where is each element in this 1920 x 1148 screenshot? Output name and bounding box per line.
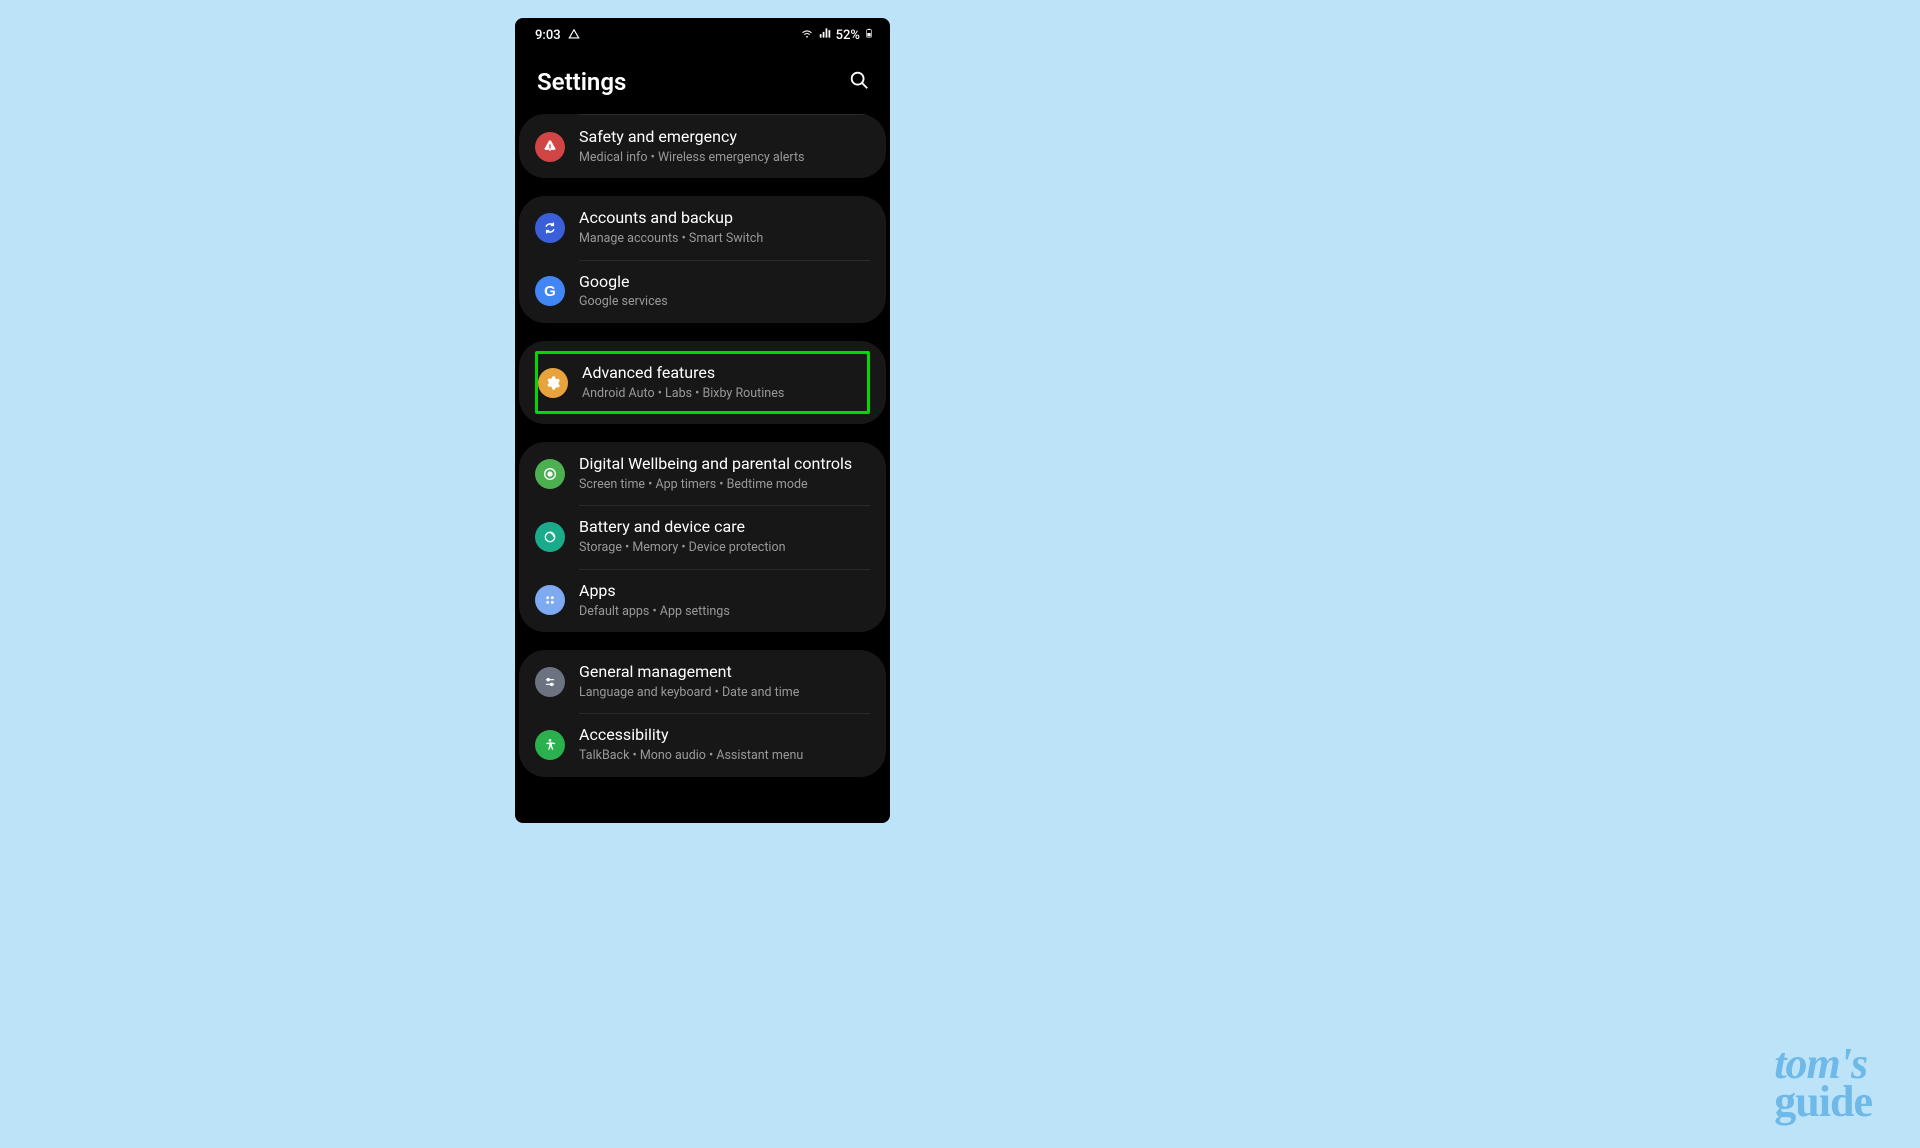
item-title: Apps xyxy=(579,581,870,602)
gear-icon xyxy=(538,368,568,398)
item-subtitle: Screen time • App timers • Bedtime mode xyxy=(579,476,870,494)
item-text: Advanced features Android Auto • Labs • … xyxy=(582,363,867,402)
watermark-logo: tom's guide xyxy=(1774,1045,1872,1120)
settings-group: Safety and emergency Medical info • Wire… xyxy=(519,114,886,178)
watermark-line2: guide xyxy=(1774,1083,1872,1120)
wifi-icon xyxy=(800,26,814,44)
item-title: General management xyxy=(579,662,870,683)
sync-icon xyxy=(535,213,565,243)
settings-item-battery[interactable]: Battery and device care Storage • Memory… xyxy=(519,505,886,568)
settings-item-accessibility[interactable]: Accessibility TalkBack • Mono audio • As… xyxy=(519,713,886,776)
item-text: General management Language and keyboard… xyxy=(579,662,870,701)
item-text: Accessibility TalkBack • Mono audio • As… xyxy=(579,725,870,764)
settings-item-apps[interactable]: Apps Default apps • App settings xyxy=(519,569,886,632)
item-subtitle: TalkBack • Mono audio • Assistant menu xyxy=(579,747,870,765)
status-bar: 9:03 52% xyxy=(515,18,890,48)
sliders-icon xyxy=(535,667,565,697)
item-title: Advanced features xyxy=(582,363,867,384)
item-title: Google xyxy=(579,272,870,293)
settings-group: Advanced features Android Auto • Labs • … xyxy=(519,341,886,424)
item-title: Safety and emergency xyxy=(579,127,870,148)
google-icon: G xyxy=(535,276,565,306)
settings-item-wellbeing[interactable]: Digital Wellbeing and parental controls … xyxy=(519,442,886,505)
alert-icon xyxy=(535,132,565,162)
google-letter: G xyxy=(544,283,556,300)
phone-screenshot: 9:03 52% Settings xyxy=(515,18,890,823)
battery-icon xyxy=(864,26,874,44)
item-text: Battery and device care Storage • Memory… xyxy=(579,517,870,556)
search-icon[interactable] xyxy=(848,69,870,95)
item-text: Safety and emergency Medical info • Wire… xyxy=(579,127,870,166)
highlight-advanced-features: Advanced features Android Auto • Labs • … xyxy=(535,351,870,414)
status-left: 9:03 xyxy=(535,28,581,43)
item-subtitle: Android Auto • Labs • Bixby Routines xyxy=(582,385,867,403)
item-text: Google Google services xyxy=(579,272,870,311)
drive-icon xyxy=(567,28,581,42)
item-subtitle: Storage • Memory • Device protection xyxy=(579,539,870,557)
settings-item-safety[interactable]: Safety and emergency Medical info • Wire… xyxy=(519,115,886,178)
item-subtitle: Language and keyboard • Date and time xyxy=(579,684,870,702)
status-right: 52% xyxy=(800,26,874,44)
item-text: Accounts and backup Manage accounts • Sm… xyxy=(579,208,870,247)
status-time: 9:03 xyxy=(535,28,561,43)
settings-item-accounts[interactable]: Accounts and backup Manage accounts • Sm… xyxy=(519,196,886,259)
battery-percent: 52% xyxy=(836,28,860,43)
item-text: Digital Wellbeing and parental controls … xyxy=(579,454,870,493)
item-subtitle: Default apps • App settings xyxy=(579,603,870,621)
item-subtitle: Google services xyxy=(579,293,870,311)
item-title: Battery and device care xyxy=(579,517,870,538)
item-subtitle: Manage accounts • Smart Switch xyxy=(579,230,870,248)
device-care-icon xyxy=(535,522,565,552)
settings-item-google[interactable]: G Google Google services xyxy=(519,260,886,323)
signal-icon xyxy=(818,26,832,44)
accessibility-icon xyxy=(535,730,565,760)
settings-item-general[interactable]: General management Language and keyboard… xyxy=(519,650,886,713)
settings-group: Digital Wellbeing and parental controls … xyxy=(519,442,886,632)
item-title: Digital Wellbeing and parental controls xyxy=(579,454,870,475)
item-subtitle: Medical info • Wireless emergency alerts xyxy=(579,149,870,167)
item-title: Accessibility xyxy=(579,725,870,746)
settings-header: Settings xyxy=(515,48,890,114)
page-title: Settings xyxy=(537,68,626,96)
settings-item-advanced[interactable]: Advanced features Android Auto • Labs • … xyxy=(538,354,867,411)
item-text: Apps Default apps • App settings xyxy=(579,581,870,620)
apps-icon xyxy=(535,585,565,615)
item-title: Accounts and backup xyxy=(579,208,870,229)
wellbeing-icon xyxy=(535,459,565,489)
settings-group: Accounts and backup Manage accounts • Sm… xyxy=(519,196,886,323)
settings-group: General management Language and keyboard… xyxy=(519,650,886,777)
